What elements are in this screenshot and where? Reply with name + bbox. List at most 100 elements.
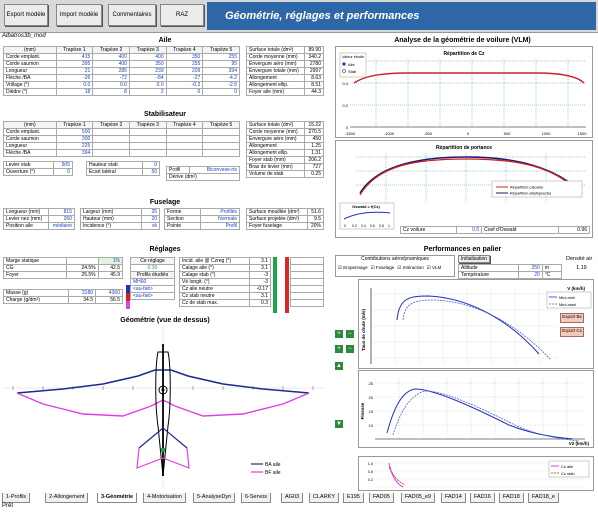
zoom-in-button-2[interactable]: + xyxy=(335,345,343,353)
sheet-tab[interactable]: FAD18 xyxy=(499,493,524,503)
stab-cell-input[interactable] xyxy=(128,128,167,136)
sheet-tab[interactable]: 3-Géométrie xyxy=(97,493,138,503)
aile-cell-input[interactable]: 394 xyxy=(202,67,240,75)
stab-cell-input[interactable] xyxy=(165,128,204,136)
aile-cell-input[interactable]: 0.0 xyxy=(128,81,167,89)
stab-cell-input[interactable] xyxy=(92,128,130,136)
altitude-input[interactable]: 250 xyxy=(517,264,543,272)
incidence-input[interactable]: sk xyxy=(141,222,160,230)
levier-nez-input[interactable]: 260 xyxy=(47,215,76,223)
stab-cell-input[interactable]: 500 xyxy=(55,128,94,136)
aile-cell-input[interactable]: 2 xyxy=(128,88,167,96)
stab-cell-input[interactable]: 300 xyxy=(55,135,94,143)
check-vlm[interactable]: ☑ VLM xyxy=(427,265,442,271)
hauteur-input[interactable]: 20 xyxy=(141,215,160,223)
radio-aile[interactable] xyxy=(342,62,346,66)
aile-cell-input[interactable]: 95 xyxy=(202,60,240,68)
aile-cell-input[interactable]: 400 xyxy=(92,60,130,68)
aile-cell-input[interactable]: 400 xyxy=(92,53,130,61)
initialisation-button[interactable]: Initialisation xyxy=(458,255,490,263)
masse-a-input[interactable]: 3180 xyxy=(68,289,97,297)
export-model-button[interactable]: Export modèle xyxy=(4,4,48,26)
aile-cell-input[interactable]: 239 xyxy=(128,67,167,75)
aile-cell-input[interactable]: 255 xyxy=(165,60,204,68)
ce-reglage-value[interactable]: 0.30 xyxy=(130,264,175,272)
check-interaction[interactable]: ☑ Intéraction xyxy=(397,265,423,271)
sheet-tab[interactable]: FAD18_e xyxy=(528,493,559,503)
levier-stab-input[interactable]: 505 xyxy=(52,161,74,169)
sheet-tab[interactable]: 4-Motorisation xyxy=(143,493,186,503)
aile-cell-input[interactable]: -72 xyxy=(92,74,130,82)
sheet-tab[interactable]: FAD05 xyxy=(369,493,394,503)
profil-2[interactable]: <au-fait> xyxy=(130,285,175,293)
sheet-tab[interactable]: 1-Profils xyxy=(2,493,31,503)
comments-button[interactable]: Commentaires xyxy=(108,4,156,26)
stab-cell-input[interactable] xyxy=(92,135,130,143)
sheet-tab[interactable]: AG03 xyxy=(281,493,304,503)
masse-b-input[interactable]: 4360 xyxy=(95,289,123,297)
stab-cell-input[interactable]: 225 xyxy=(55,142,94,150)
aile-cell-input[interactable]: -2.5 xyxy=(202,81,240,89)
aile-cell-input[interactable]: 350 xyxy=(128,60,167,68)
aile-cell-input[interactable]: 395 xyxy=(55,60,94,68)
sheet-tab[interactable]: 5-AnalyseDyn xyxy=(193,493,236,503)
zoom-out-button[interactable]: − xyxy=(346,330,354,338)
aile-cell-input[interactable]: 0 xyxy=(202,88,240,96)
aile-cell-input[interactable]: 285 xyxy=(92,67,130,75)
stab-cell-input[interactable] xyxy=(128,142,167,150)
position-aile-select[interactable]: médiane xyxy=(47,222,76,230)
aile-cell-input[interactable]: 18 xyxy=(55,88,94,96)
aile-cell-input[interactable]: -26 xyxy=(55,74,94,82)
aile-cell-input[interactable]: 415 xyxy=(55,53,94,61)
stab-cell-input[interactable] xyxy=(128,135,167,143)
sheet-tab[interactable]: E195 xyxy=(343,493,364,503)
pan-down-button[interactable]: ▼ xyxy=(335,420,343,428)
profil-stab-select[interactable]: Biconvexe-rts xyxy=(189,166,240,174)
stab-cell-input[interactable] xyxy=(92,149,130,157)
export-cx-button[interactable]: Export Cx xyxy=(560,327,584,337)
marge-statique-input[interactable]: 1% xyxy=(97,257,124,265)
aile-cell-input[interactable]: -4.2 xyxy=(202,74,240,82)
stab-cell-input[interactable] xyxy=(165,142,204,150)
aile-cell-input[interactable]: 209 xyxy=(165,67,204,75)
sheet-tab[interactable]: CLARKY xyxy=(309,493,340,503)
zoom-out-button-2[interactable]: − xyxy=(346,345,354,353)
pointe-select[interactable]: Profil xyxy=(199,222,241,230)
sheet-tab[interactable]: 6-Servos xyxy=(241,493,272,503)
aile-cell-input[interactable]: 0.0 xyxy=(55,81,94,89)
sheet-tab[interactable]: FAD16 xyxy=(470,493,495,503)
zoom-in-button[interactable]: + xyxy=(335,330,343,338)
aile-cell-input[interactable]: -0.2 xyxy=(165,81,204,89)
temperature-input[interactable]: 20 xyxy=(517,271,543,279)
aile-cell-input[interactable]: 21 xyxy=(55,67,94,75)
stab-cell-input[interactable] xyxy=(128,149,167,157)
profil-3[interactable]: <au-fait> xyxy=(130,292,175,300)
aile-cell-input[interactable]: 8 xyxy=(92,88,130,96)
profil-1[interactable]: MH60 xyxy=(130,278,175,286)
stab-cell-input[interactable] xyxy=(165,149,204,157)
raz-button[interactable]: RAZ xyxy=(160,4,204,26)
check-empennage[interactable]: ☑ Empennage xyxy=(338,265,368,271)
aile-cell-input[interactable]: 0 xyxy=(165,88,204,96)
sheet-tab[interactable]: 2-Allongement xyxy=(45,493,89,503)
export-bx-button[interactable]: Export Bx xyxy=(560,313,584,323)
longueur-input[interactable]: 815 xyxy=(47,208,76,216)
aile-cell-input[interactable]: -27 xyxy=(165,74,204,82)
cz-voilure-input[interactable]: 0.5 xyxy=(456,226,483,234)
stab-cell-input[interactable] xyxy=(202,135,240,143)
aile-cell-input[interactable]: 0.0 xyxy=(92,81,130,89)
import-model-button[interactable]: Import modèle xyxy=(56,4,102,26)
ouverture-input[interactable]: 0 xyxy=(52,168,74,176)
sheet-tab[interactable]: FAD14 xyxy=(441,493,466,503)
aile-cell-input[interactable]: 255 xyxy=(202,53,240,61)
aile-cell-input[interactable]: -84 xyxy=(128,74,167,82)
stab-cell-input[interactable]: 394 xyxy=(55,149,94,157)
section-select[interactable]: Normale xyxy=(199,215,241,223)
largeur-input[interactable]: 25 xyxy=(141,208,160,216)
aile-cell-input[interactable]: 400 xyxy=(128,53,167,61)
ecart-lateral-input[interactable]: 50 xyxy=(141,168,161,176)
stab-cell-input[interactable] xyxy=(92,142,130,150)
pan-button[interactable]: ▲ xyxy=(335,362,343,370)
check-fuselage[interactable]: ☑ Fuselage xyxy=(371,265,395,271)
aile-cell-input[interactable]: 350 xyxy=(165,53,204,61)
